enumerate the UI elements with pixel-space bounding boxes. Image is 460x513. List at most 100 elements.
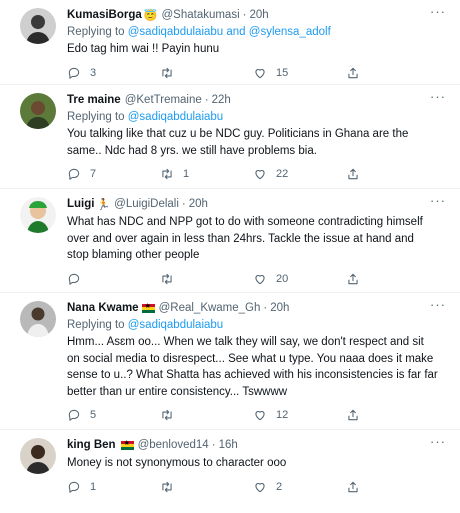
user-handle[interactable]: @Shatakumasi — [161, 9, 239, 21]
user-handle[interactable]: @KetTremaine — [125, 94, 202, 106]
replying-to-label: Replying to — [67, 111, 125, 123]
retweet-icon — [162, 168, 172, 180]
user-handle[interactable]: @Real_Kwame_Gh — [159, 302, 261, 314]
tweet-text: Hmm... Asɛm oo... When we talk they will… — [67, 336, 438, 398]
more-icon[interactable]: ··· — [430, 90, 446, 103]
name-emoji: 🏃 — [96, 198, 111, 211]
more-icon[interactable]: ··· — [430, 435, 446, 448]
share-icon — [348, 67, 358, 78]
display-name[interactable]: Luigi — [67, 198, 94, 210]
timestamp[interactable]: 20h — [189, 198, 208, 210]
reply-icon — [68, 168, 80, 180]
like-icon — [255, 274, 265, 284]
tweet[interactable]: Luigi 🏃 @LuigiDelali · 20h ··· What has … — [0, 189, 460, 293]
timestamp[interactable]: 20h — [249, 9, 268, 21]
share-button[interactable] — [346, 167, 360, 181]
avatar[interactable] — [20, 8, 56, 44]
timestamp[interactable]: 20h — [270, 302, 289, 314]
retweet-button[interactable] — [160, 480, 253, 494]
share-button[interactable] — [346, 272, 360, 286]
display-name[interactable]: Tre maine — [67, 94, 121, 106]
name-emoji: 😇 — [143, 9, 158, 22]
like-button[interactable]: 2 — [253, 480, 346, 494]
retweet-icon — [162, 481, 172, 492]
replying-to: Replying to @sadiqabdulaiabu — [67, 317, 450, 333]
separator-dot: · — [181, 198, 186, 210]
reply-button[interactable]: 3 — [67, 66, 160, 80]
tweet-header: Tre maine @KetTremaine · 22h — [67, 91, 450, 109]
avatar-image — [20, 197, 56, 233]
like-count: 20 — [276, 272, 289, 285]
like-button[interactable]: 15 — [253, 66, 346, 80]
separator-dot: · — [204, 94, 209, 106]
tweet-header: KumasiBorga 😇 @Shatakumasi · 20h — [67, 6, 450, 24]
replying-to-label: Replying to — [67, 26, 125, 38]
reply-button[interactable]: 7 — [67, 167, 160, 181]
like-button[interactable]: 12 — [253, 408, 346, 422]
retweet-button[interactable] — [160, 66, 253, 80]
avatar[interactable] — [20, 197, 56, 233]
display-name[interactable]: Nana Kwame — [67, 302, 139, 314]
reply-icon — [68, 409, 80, 421]
reply-button[interactable] — [67, 272, 160, 286]
reply-count: 1 — [90, 480, 97, 493]
avatar-image — [20, 438, 56, 474]
share-button[interactable] — [346, 66, 360, 80]
tweet-header: king Ben @benloved14 · 16h — [67, 436, 450, 454]
tweet-text: You talking like that cuz u be NDC guy. … — [67, 128, 409, 157]
reply-thread: KumasiBorga 😇 @Shatakumasi · 20h ··· Rep… — [0, 0, 460, 513]
user-handle[interactable]: @LuigiDelali — [114, 198, 179, 210]
replying-to-link[interactable]: @sadiqabdulaiabu — [128, 111, 223, 123]
more-icon[interactable]: ··· — [430, 5, 446, 18]
timestamp[interactable]: 16h — [219, 439, 238, 451]
more-icon[interactable]: ··· — [430, 298, 446, 311]
retweet-button[interactable] — [160, 408, 253, 422]
user-handle[interactable]: @benloved14 — [138, 439, 209, 451]
share-icon — [348, 481, 358, 492]
share-button[interactable] — [346, 408, 360, 422]
tweet[interactable]: KumasiBorga 😇 @Shatakumasi · 20h ··· Rep… — [0, 0, 460, 85]
retweet-icon — [162, 409, 172, 421]
tweet-text: Money is not synonymous to character ooo — [67, 457, 287, 469]
more-icon[interactable]: ··· — [430, 194, 446, 207]
avatar[interactable] — [20, 438, 56, 474]
retweet-button[interactable]: 1 — [160, 167, 253, 181]
avatar[interactable] — [20, 301, 56, 337]
timestamp[interactable]: 22h — [212, 94, 231, 106]
replying-to-link[interactable]: @sadiqabdulaiabu and @sylensa_adolf — [128, 26, 331, 38]
tweet-text: Edo tag him wai !! Payin hunu — [67, 43, 220, 55]
separator-dot: · — [242, 9, 247, 21]
like-count: 22 — [276, 168, 289, 180]
display-name[interactable]: KumasiBorga — [67, 9, 142, 21]
display-name[interactable]: king Ben — [67, 439, 116, 451]
like-button[interactable]: 22 — [253, 167, 346, 181]
retweet-button[interactable] — [160, 272, 253, 286]
like-button[interactable]: 20 — [253, 272, 346, 286]
tweet-text: What has NDC and NPP got to do with some… — [67, 216, 423, 261]
reply-icon — [68, 67, 80, 79]
tweet[interactable]: Nana Kwame @Real_Kwame_Gh · 20h ··· Repl… — [0, 293, 460, 430]
ghana-flag-icon — [120, 439, 134, 450]
reply-icon — [68, 481, 80, 493]
tweet-actions: 7 1 22 — [67, 160, 450, 188]
avatar-image — [20, 301, 56, 337]
tweet-actions: 1 2 — [67, 473, 450, 501]
tweet-header: Luigi 🏃 @LuigiDelali · 20h — [67, 195, 450, 213]
replying-to: Replying to @sadiqabdulaiabu — [67, 109, 450, 125]
tweet[interactable]: king Ben @benloved14 · 16h ··· Money is … — [0, 430, 460, 513]
reply-button[interactable]: 5 — [67, 408, 160, 422]
tweet-actions: 3 15 — [67, 59, 450, 87]
avatar[interactable] — [20, 93, 56, 129]
replying-to-label: Replying to — [67, 319, 125, 331]
share-button[interactable] — [346, 480, 360, 494]
retweet-icon — [162, 67, 172, 78]
ghana-flag-icon — [141, 302, 155, 313]
like-icon — [255, 170, 265, 180]
replying-to-link[interactable]: @sadiqabdulaiabu — [128, 319, 223, 331]
reply-button[interactable]: 1 — [67, 480, 160, 494]
tweet-actions: 20 — [67, 265, 450, 293]
like-icon — [255, 482, 265, 492]
retweet-icon — [162, 273, 172, 284]
tweet[interactable]: Tre maine @KetTremaine · 22h ··· Replyin… — [0, 85, 460, 189]
avatar-image — [20, 8, 56, 44]
